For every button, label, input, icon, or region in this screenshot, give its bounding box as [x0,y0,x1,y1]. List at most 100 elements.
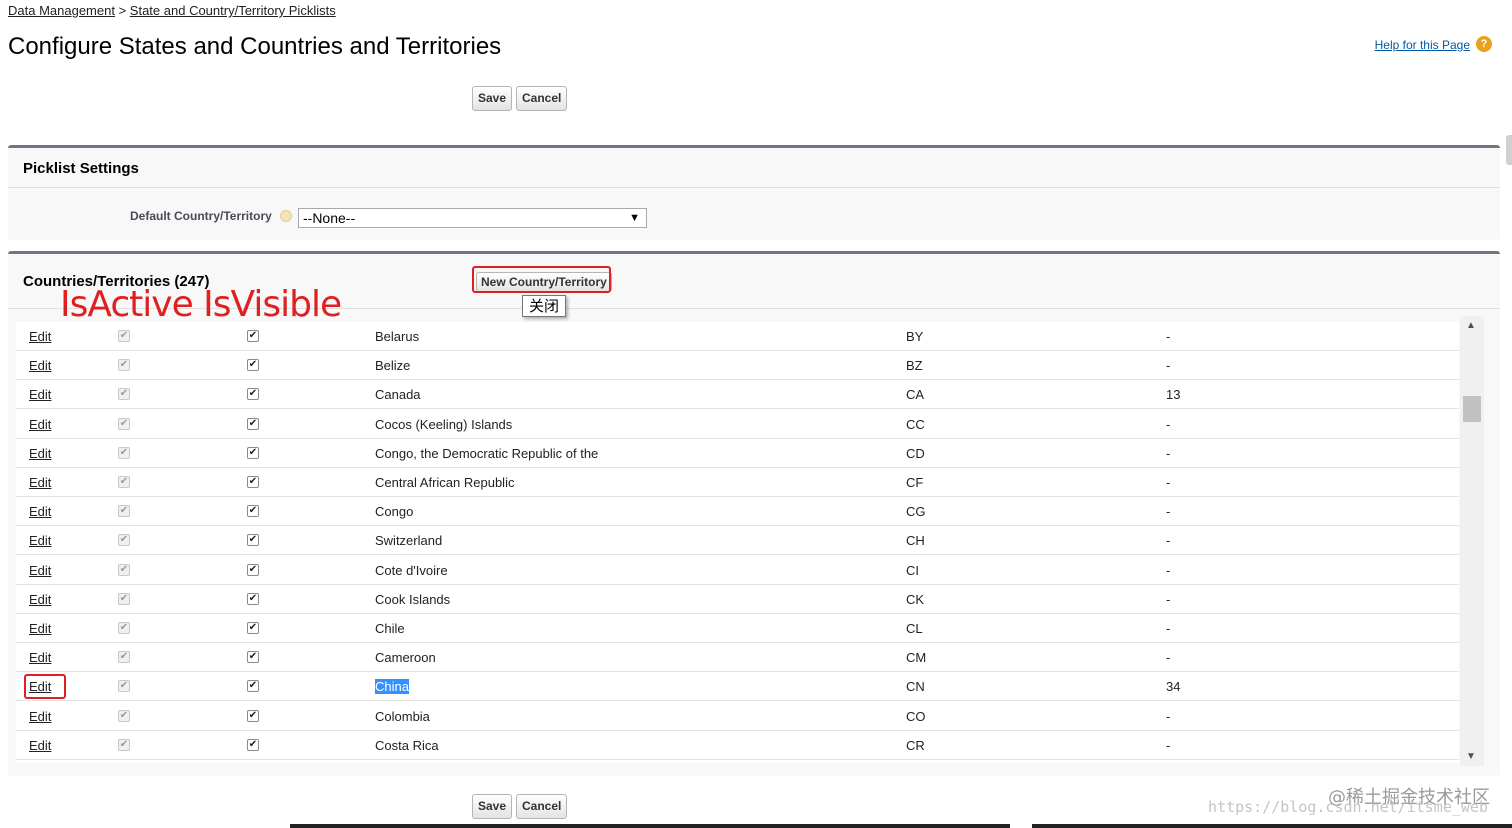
state-count: - [1166,445,1171,461]
country-code: CL [906,621,923,636]
country-code: CD [906,445,925,461]
scroll-down-icon[interactable]: ▼ [1466,751,1476,762]
save-button-top[interactable]: Save [472,86,513,111]
is-visible-checkbox[interactable]: ✔ [247,651,259,664]
annotation-text: IsActive IsVisible [60,284,342,325]
is-visible-checkbox[interactable]: ✔ [247,709,259,722]
annotation-box-new-button [472,266,611,293]
table-row: Edit ✔ ✔ Belize BZ - [16,351,1459,381]
edit-link[interactable]: Edit [29,709,51,724]
is-visible-checkbox[interactable]: ✔ [247,534,259,547]
country-name: China [375,679,409,695]
help-link[interactable]: Help for this Page [1375,38,1470,52]
breadcrumb-current[interactable]: State and Country/Territory Picklists [130,3,336,18]
table-row: Edit ✔ ✔ Congo, the Democratic Republic of … [16,439,1459,468]
edit-link[interactable]: Edit [29,475,51,490]
is-active-checkbox: ✔ [118,592,130,605]
country-name: Canada [375,387,421,403]
state-count: 34 [1166,679,1181,695]
country-name: Central African Republic [375,475,515,490]
edit-link[interactable]: Edit [29,738,51,753]
country-name: Belarus [375,329,420,344]
default-country-select[interactable]: --None-- ▼ [298,208,647,228]
cancel-button-top[interactable]: Cancel [516,86,568,111]
is-active-checkbox: ✔ [118,651,130,664]
page-scroll-nub[interactable] [1506,135,1512,165]
state-count: - [1166,475,1171,490]
is-active-checkbox: ✔ [118,417,130,430]
is-active-checkbox: ✔ [118,330,130,342]
cancel-button-bottom[interactable]: Cancel [516,794,568,819]
bottom-edge-bar [290,824,1010,828]
country-name: Colombia [375,708,430,724]
annotation-box-edit [24,674,66,699]
is-visible-checkbox[interactable]: ✔ [247,330,259,342]
country-name: Cameroon [375,650,436,666]
edit-link[interactable]: Edit [29,417,51,432]
edit-link[interactable]: Edit [29,329,51,344]
table-row: Edit ✔ ✔ China CN 34 [16,672,1459,702]
edit-link[interactable]: Edit [29,387,51,402]
is-active-checkbox: ✔ [118,505,130,518]
is-active-checkbox: ✔ [118,534,130,547]
country-name: Congo [375,504,414,520]
breadcrumb: Data Management > State and Country/Terr… [8,3,336,18]
edit-link[interactable]: Edit [29,650,51,665]
default-country-value: --None-- [303,210,356,226]
edit-link[interactable]: Edit [29,592,51,607]
is-visible-checkbox[interactable]: ✔ [247,738,259,751]
table-row: Edit ✔ ✔ Chile CL - [16,614,1459,643]
is-visible-checkbox[interactable]: ✔ [247,388,259,401]
countries-grid: Edit ✔ ✔ Belarus BY - Edit ✔ ✔ Belize BZ - Edit ✔ ✔ Can… [16,322,1459,763]
is-visible-checkbox[interactable]: ✔ [247,505,259,518]
is-active-checkbox: ✔ [118,709,130,722]
is-visible-checkbox[interactable]: ✔ [247,680,259,693]
country-code: CR [906,737,925,753]
country-name: Chile [375,621,405,636]
country-name: Switzerland [375,533,443,549]
state-count: - [1166,504,1171,520]
table-row: Edit ✔ ✔ Colombia CO - [16,702,1459,731]
info-icon[interactable] [280,210,292,222]
edit-link[interactable]: Edit [29,358,51,373]
table-row: Edit ✔ ✔ Cocos (Keeling) Islands CC - [16,410,1459,439]
scroll-up-icon[interactable]: ▲ [1466,320,1476,331]
state-count: - [1166,708,1171,724]
country-code: BZ [906,358,923,374]
is-active-checkbox: ✔ [118,680,130,693]
country-code: CF [906,475,924,490]
country-code: CM [906,650,927,666]
is-visible-checkbox[interactable]: ✔ [247,592,259,605]
is-visible-checkbox[interactable]: ✔ [247,476,259,488]
state-count: - [1166,533,1171,549]
is-active-checkbox: ✔ [118,359,130,372]
breadcrumb-data-management[interactable]: Data Management [8,3,115,18]
country-name: Belize [375,358,411,374]
is-active-checkbox: ✔ [118,563,130,576]
edit-link[interactable]: Edit [29,563,51,578]
is-visible-checkbox[interactable]: ✔ [247,446,259,459]
country-name: Cote d'Ivoire [375,562,448,578]
save-button-bottom[interactable]: Save [472,794,513,819]
is-visible-checkbox[interactable]: ✔ [247,417,259,430]
state-count: - [1166,416,1171,432]
default-country-label: Default Country/Territory [130,209,272,223]
edit-link[interactable]: Edit [29,446,51,461]
question-icon[interactable]: ? [1476,36,1492,52]
table-row: Edit ✔ ✔ Costa Rica CR - [16,731,1459,760]
country-name: Cook Islands [375,591,451,607]
table-row: Edit ✔ ✔ Cameroon CM - [16,643,1459,673]
edit-link[interactable]: Edit [29,504,51,519]
edit-link[interactable]: Edit [29,621,51,636]
dropdown-arrow-icon: ▼ [629,212,640,224]
is-visible-checkbox[interactable]: ✔ [247,563,259,576]
grid-scrollbar[interactable]: ▲ ▼ [1460,316,1484,766]
table-row: Edit ✔ ✔ Central African Republic CF - [16,468,1459,497]
is-visible-checkbox[interactable]: ✔ [247,359,259,372]
edit-link[interactable]: Edit [29,533,51,548]
country-code: CI [906,562,919,578]
scroll-thumb[interactable] [1463,396,1481,422]
state-count: 13 [1166,387,1181,403]
is-active-checkbox: ✔ [118,446,130,459]
is-visible-checkbox[interactable]: ✔ [247,622,259,634]
